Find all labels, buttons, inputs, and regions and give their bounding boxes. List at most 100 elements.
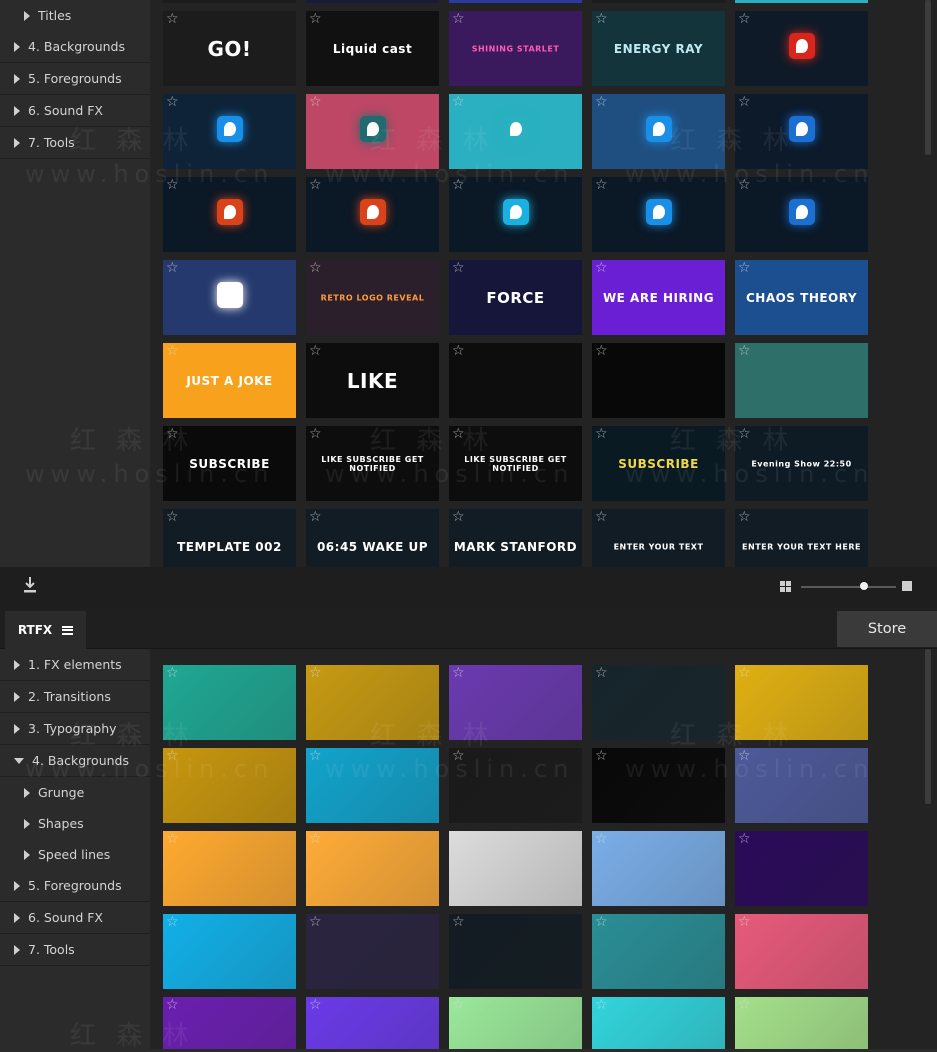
template-thumbnail[interactable]: ☆ 06:45 WAKE UP xyxy=(306,509,439,567)
template-thumbnail[interactable]: ☆ LIKE xyxy=(306,343,439,418)
large-view-icon[interactable] xyxy=(902,581,912,591)
background-thumbnail[interactable]: ☆ xyxy=(735,997,868,1049)
background-thumbnail[interactable]: ☆ xyxy=(306,665,439,740)
template-thumbnail[interactable]: ☆ xyxy=(163,94,296,169)
favorite-star-icon[interactable]: ☆ xyxy=(166,12,179,26)
bottom-tree-item[interactable]: 7. Tools xyxy=(0,934,150,966)
chevron-right-icon[interactable] xyxy=(24,10,30,21)
template-thumbnail[interactable] xyxy=(735,0,868,3)
template-thumbnail[interactable]: ☆ xyxy=(163,260,296,335)
template-thumbnail[interactable]: ☆ LIKE SUBSCRIBE GET NOTIFIED xyxy=(449,426,582,501)
slider-knob[interactable] xyxy=(860,582,868,590)
template-thumbnail[interactable]: ☆ xyxy=(735,343,868,418)
favorite-star-icon[interactable]: ☆ xyxy=(309,344,322,358)
background-thumbnail[interactable]: ☆ xyxy=(735,748,868,823)
thumbnail-size-slider[interactable] xyxy=(801,586,896,588)
top-tree-item[interactable]: 7. Tools xyxy=(0,127,150,159)
favorite-star-icon[interactable]: ☆ xyxy=(738,12,751,26)
bottom-tree-item[interactable]: Speed lines xyxy=(0,839,150,870)
template-thumbnail[interactable]: ☆ xyxy=(592,94,725,169)
favorite-star-icon[interactable]: ☆ xyxy=(738,261,751,275)
favorite-star-icon[interactable]: ☆ xyxy=(738,998,751,1012)
template-thumbnail[interactable]: ☆ ENTER YOUR TEXT xyxy=(592,509,725,567)
background-thumbnail[interactable]: ☆ xyxy=(449,748,582,823)
background-thumbnail[interactable]: ☆ xyxy=(735,831,868,906)
background-thumbnail[interactable]: ☆ xyxy=(306,748,439,823)
favorite-star-icon[interactable]: ☆ xyxy=(452,12,465,26)
favorite-star-icon[interactable]: ☆ xyxy=(452,998,465,1012)
template-thumbnail[interactable]: ☆ SUBSCRIBE xyxy=(163,426,296,501)
favorite-star-icon[interactable]: ☆ xyxy=(452,832,465,846)
background-thumbnail[interactable]: ☆ xyxy=(163,997,296,1049)
favorite-star-icon[interactable]: ☆ xyxy=(595,915,608,929)
favorite-star-icon[interactable]: ☆ xyxy=(166,178,179,192)
tab-rtfx[interactable]: RTFX xyxy=(5,611,86,649)
top-tree-item[interactable]: Titles xyxy=(0,0,150,31)
favorite-star-icon[interactable]: ☆ xyxy=(452,915,465,929)
favorite-star-icon[interactable]: ☆ xyxy=(738,666,751,680)
favorite-star-icon[interactable]: ☆ xyxy=(166,427,179,441)
template-thumbnail[interactable]: ☆ MARK STANFORD xyxy=(449,509,582,567)
template-thumbnail[interactable]: ☆ CHAOS THEORY xyxy=(735,260,868,335)
favorite-star-icon[interactable]: ☆ xyxy=(738,427,751,441)
template-thumbnail[interactable]: ☆ xyxy=(735,11,868,86)
store-button[interactable]: Store xyxy=(837,611,937,647)
favorite-star-icon[interactable]: ☆ xyxy=(452,95,465,109)
template-thumbnail[interactable]: ☆ RETRO LOGO REVEAL xyxy=(306,260,439,335)
chevron-right-icon[interactable] xyxy=(14,912,20,923)
template-thumbnail[interactable]: ☆ ENTER YOUR TEXT HERE xyxy=(735,509,868,567)
favorite-star-icon[interactable]: ☆ xyxy=(309,666,322,680)
favorite-star-icon[interactable]: ☆ xyxy=(309,12,322,26)
bottom-tree-item[interactable]: 5. Foregrounds xyxy=(0,870,150,902)
chevron-right-icon[interactable] xyxy=(14,137,20,148)
template-thumbnail[interactable] xyxy=(592,0,725,3)
bottom-tree-item[interactable]: Shapes xyxy=(0,808,150,839)
favorite-star-icon[interactable]: ☆ xyxy=(738,510,751,524)
chevron-right-icon[interactable] xyxy=(14,41,20,52)
bottom-grid-scrollbar[interactable] xyxy=(925,649,931,804)
chevron-right-icon[interactable] xyxy=(14,880,20,891)
favorite-star-icon[interactable]: ☆ xyxy=(452,510,465,524)
favorite-star-icon[interactable]: ☆ xyxy=(309,915,322,929)
template-thumbnail[interactable]: ☆ JUST A JOKE xyxy=(163,343,296,418)
top-grid-scrollbar[interactable] xyxy=(925,0,931,155)
favorite-star-icon[interactable]: ☆ xyxy=(166,915,179,929)
chevron-right-icon[interactable] xyxy=(14,723,20,734)
chevron-right-icon[interactable] xyxy=(14,73,20,84)
top-tree-item[interactable]: 4. Backgrounds xyxy=(0,31,150,63)
favorite-star-icon[interactable]: ☆ xyxy=(309,95,322,109)
favorite-star-icon[interactable]: ☆ xyxy=(595,178,608,192)
background-thumbnail[interactable]: ☆ xyxy=(449,997,582,1049)
template-thumbnail[interactable]: ☆ Evening Show 22:50 xyxy=(735,426,868,501)
background-thumbnail[interactable]: ☆ xyxy=(163,831,296,906)
favorite-star-icon[interactable]: ☆ xyxy=(309,998,322,1012)
background-thumbnail[interactable]: ☆ xyxy=(306,997,439,1049)
chevron-right-icon[interactable] xyxy=(14,659,20,670)
favorite-star-icon[interactable]: ☆ xyxy=(595,427,608,441)
favorite-star-icon[interactable]: ☆ xyxy=(309,261,322,275)
favorite-star-icon[interactable]: ☆ xyxy=(595,749,608,763)
favorite-star-icon[interactable]: ☆ xyxy=(452,749,465,763)
favorite-star-icon[interactable]: ☆ xyxy=(452,261,465,275)
background-thumbnail[interactable]: ☆ xyxy=(735,665,868,740)
template-thumbnail[interactable]: ☆ xyxy=(163,177,296,252)
template-thumbnail[interactable]: ☆ xyxy=(449,343,582,418)
template-thumbnail[interactable]: ☆ xyxy=(449,177,582,252)
favorite-star-icon[interactable]: ☆ xyxy=(595,12,608,26)
template-thumbnail[interactable]: ☆ xyxy=(592,177,725,252)
favorite-star-icon[interactable]: ☆ xyxy=(309,832,322,846)
favorite-star-icon[interactable]: ☆ xyxy=(452,427,465,441)
background-thumbnail[interactable]: ☆ xyxy=(163,665,296,740)
favorite-star-icon[interactable]: ☆ xyxy=(595,666,608,680)
template-thumbnail[interactable] xyxy=(449,0,582,3)
template-thumbnail[interactable]: ☆ SHINING STARLET xyxy=(449,11,582,86)
favorite-star-icon[interactable]: ☆ xyxy=(738,178,751,192)
favorite-star-icon[interactable]: ☆ xyxy=(595,261,608,275)
template-thumbnail[interactable]: ☆ xyxy=(306,177,439,252)
favorite-star-icon[interactable]: ☆ xyxy=(309,510,322,524)
favorite-star-icon[interactable]: ☆ xyxy=(166,998,179,1012)
bottom-tree-item[interactable]: Grunge xyxy=(0,777,150,808)
favorite-star-icon[interactable]: ☆ xyxy=(309,178,322,192)
bottom-tree-item[interactable]: 6. Sound FX xyxy=(0,902,150,934)
favorite-star-icon[interactable]: ☆ xyxy=(738,344,751,358)
